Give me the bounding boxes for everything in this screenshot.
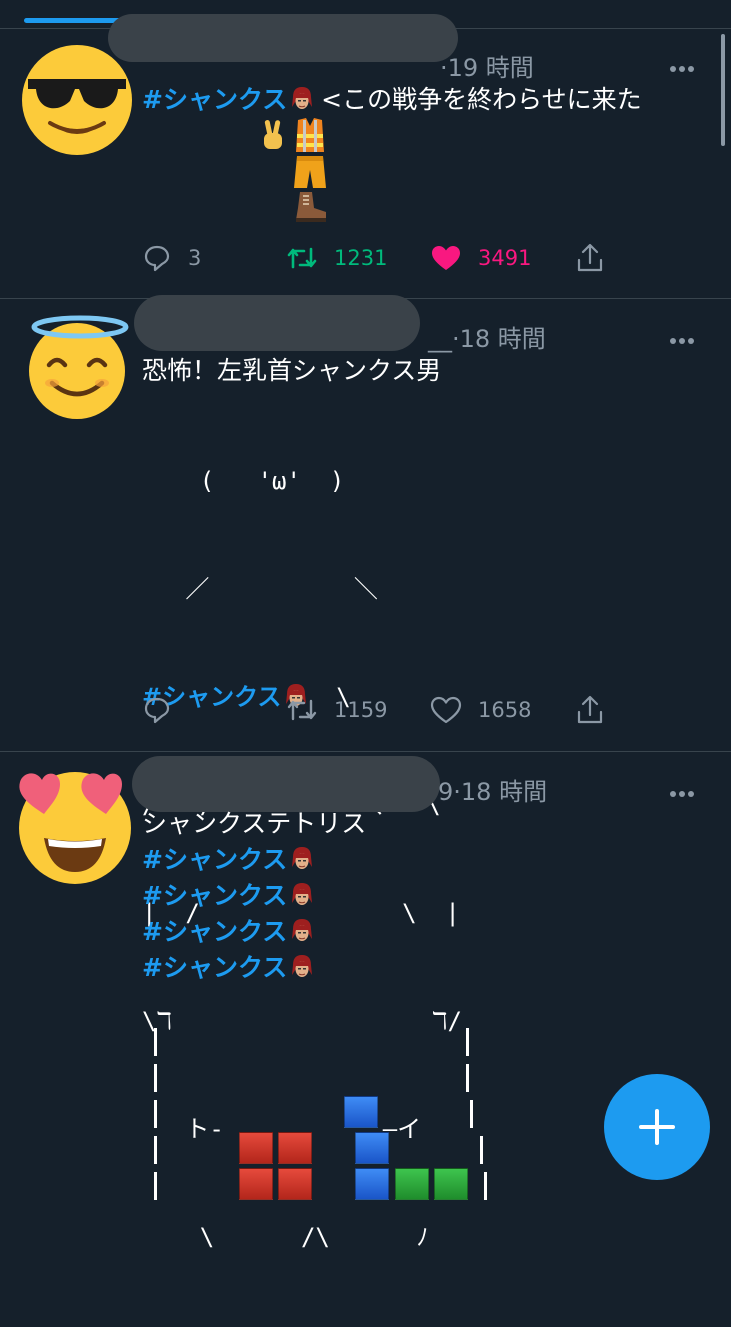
author-name-redacted[interactable]	[108, 14, 458, 62]
hashtag-link[interactable]: #シャンクス	[142, 845, 287, 874]
tetris-wall-left	[154, 1100, 157, 1128]
tetris-block-blue	[344, 1096, 378, 1128]
tweet-text: #シャンクス <この戦争を終わらせに来た	[142, 82, 642, 118]
shorts-icon	[294, 156, 326, 188]
heart-filled-icon	[432, 246, 460, 270]
like-button[interactable]: 1658	[430, 690, 531, 730]
more-options-icon[interactable]	[670, 57, 700, 72]
sunglasses-face-icon[interactable]	[22, 45, 132, 155]
victory-hand-icon	[264, 120, 282, 149]
tetris-wall-left	[154, 1028, 157, 1056]
heart-outline-icon	[430, 696, 462, 724]
tweet-text: シャンクステトリス	[142, 809, 367, 838]
tetris-wall-right	[466, 1064, 469, 1092]
shanks-face-icon	[292, 847, 313, 869]
art-line: \ /\ ﾉ	[142, 1223, 429, 1251]
tetris-wall-right	[470, 1100, 473, 1128]
share-button[interactable]	[574, 690, 606, 730]
heart-eyes-face-icon[interactable]	[14, 766, 136, 884]
shanks-face-icon	[292, 87, 313, 109]
tweet-2[interactable]: __·18 時間 恐怖！左乳首シャンクス男 ( 'ω' ) ／ ＼ #シャンクス…	[0, 295, 731, 1251]
tweet-1[interactable]: ·19 時間 #シャンクス <この戦争を終わらせに来た 3 1231 3491	[0, 0, 731, 298]
tetris-wall-left	[154, 1172, 157, 1200]
tetris-block-blue	[355, 1132, 389, 1164]
tetris-block-red	[278, 1132, 312, 1164]
author-name-redacted[interactable]	[134, 295, 420, 351]
retweet-count: 1159	[334, 698, 388, 722]
tweet-text: 恐怖！左乳首シャンクス男	[142, 356, 442, 385]
tetris-block-red	[239, 1132, 273, 1164]
reply-icon	[144, 697, 170, 724]
retweet-button[interactable]: 1159	[286, 690, 387, 730]
more-options-icon[interactable]	[670, 782, 700, 797]
retweet-icon	[287, 247, 317, 269]
hashtag-link[interactable]: #シャンクス	[142, 917, 287, 946]
reply-button[interactable]	[142, 690, 188, 730]
hashtag-line: #シャンクス	[142, 950, 313, 986]
tweet-time: ·19 時間	[440, 54, 534, 82]
tweet-time: __·18 時間	[428, 325, 546, 353]
share-icon	[577, 243, 603, 272]
tetris-block-green	[434, 1168, 468, 1200]
plus-icon	[639, 1109, 675, 1145]
share-icon	[577, 695, 603, 724]
shanks-face-icon	[292, 883, 313, 905]
hashtag-link[interactable]: #シャンクス	[142, 953, 287, 982]
author-name-redacted[interactable]	[132, 756, 440, 812]
hashtag-link[interactable]: #シャンクス	[142, 85, 287, 114]
hashtag-line: #シャンクス	[142, 914, 313, 950]
retweet-icon	[287, 699, 317, 721]
tetris-wall-right	[466, 1028, 469, 1056]
share-button[interactable]	[574, 238, 606, 278]
hiking-boot-icon	[296, 192, 326, 222]
hashtag-link[interactable]: #シャンクス	[142, 881, 287, 910]
shanks-face-icon	[292, 955, 313, 977]
like-button[interactable]: 3491	[430, 238, 531, 278]
tetris-wall-right	[484, 1172, 487, 1200]
tweet-time: 9·18 時間	[438, 778, 548, 806]
tweet-text-body: <この戦争を終わらせに来た	[313, 85, 642, 114]
tweet-actions: 3 1231 3491	[0, 238, 731, 278]
compose-tweet-button[interactable]	[604, 1074, 710, 1180]
safety-vest-icon	[296, 118, 324, 152]
like-count: 3491	[478, 246, 532, 270]
hashtag-line: #シャンクス	[142, 878, 313, 914]
retweet-count: 1231	[334, 246, 388, 270]
art-line: ／ ＼	[142, 575, 378, 603]
hashtag-line: #シャンクス	[142, 842, 313, 878]
reply-icon	[144, 245, 170, 272]
tetris-block-red	[278, 1168, 312, 1200]
tetris-block-blue	[355, 1168, 389, 1200]
like-count: 1658	[478, 698, 532, 722]
tetris-wall-left	[154, 1064, 157, 1092]
tetris-block-green	[395, 1168, 429, 1200]
reply-count: 3	[188, 246, 202, 270]
tweet-actions: 1159 1658	[0, 690, 731, 730]
art-line: ( 'ω' )	[142, 467, 345, 495]
tetris-wall-left	[154, 1136, 157, 1164]
retweet-button[interactable]: 1231	[286, 238, 387, 278]
reply-button[interactable]: 3	[142, 238, 201, 278]
halo-smiling-face-icon[interactable]	[22, 307, 134, 419]
tetris-wall-right	[480, 1136, 483, 1164]
more-options-icon[interactable]	[670, 329, 700, 344]
tetris-block-red	[239, 1168, 273, 1200]
shanks-face-icon	[292, 919, 313, 941]
